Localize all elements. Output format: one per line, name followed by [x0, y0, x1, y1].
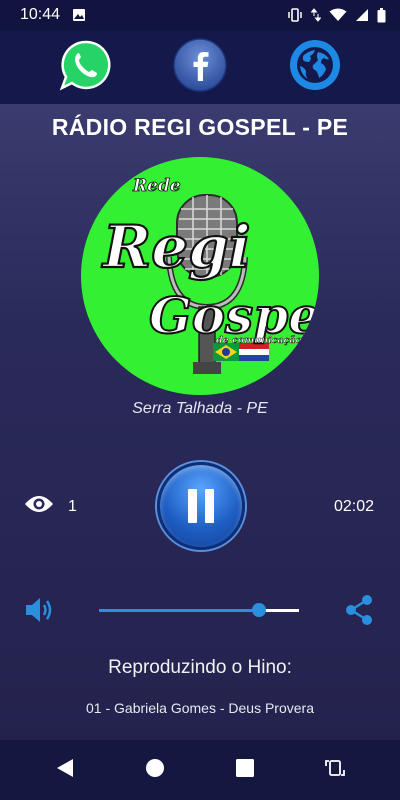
svg-text:Regi: Regi	[101, 213, 251, 281]
status-time: 10:44	[20, 6, 61, 23]
track-title: 01 - Gabriela Gomes - Deus Provera	[86, 700, 314, 716]
data-arrows-icon	[311, 8, 321, 22]
globe-icon	[288, 38, 342, 97]
image-notification-icon	[72, 8, 86, 22]
back-icon	[55, 757, 75, 784]
battery-icon	[377, 7, 386, 23]
station-location: Serra Talhada - PE	[132, 400, 268, 417]
svg-text:de comunicação: de comunicação	[216, 335, 302, 346]
elapsed-time: 02:02	[333, 498, 374, 515]
volume-slider-thumb[interactable]	[252, 603, 266, 617]
svg-text:Rede: Rede	[132, 176, 181, 196]
home-button[interactable]	[135, 750, 175, 790]
eye-icon	[24, 494, 54, 519]
website-button[interactable]	[287, 39, 343, 95]
back-button[interactable]	[45, 750, 85, 790]
rotate-button[interactable]	[315, 750, 355, 790]
station-title: RÁDIO REGI GOSPEL - PE	[51, 114, 349, 140]
social-bar	[0, 30, 400, 104]
volume-slider[interactable]	[99, 603, 299, 617]
now-playing-label: Reproduzindo o Hino:	[108, 657, 292, 678]
listeners-value: 1	[68, 497, 77, 515]
recents-icon	[235, 758, 255, 783]
player-screen: RÁDIO REGI GOSPEL - PE Rede Regi Gospe d…	[0, 104, 400, 740]
listeners-count: 1	[24, 494, 77, 519]
wifi-icon	[329, 8, 347, 22]
system-nav-bar	[0, 740, 400, 800]
pause-button[interactable]	[157, 462, 245, 550]
status-bar: 10:44	[0, 0, 400, 30]
facebook-icon	[172, 37, 228, 98]
recents-button[interactable]	[225, 750, 265, 790]
signal-icon	[355, 8, 369, 22]
rotate-icon	[325, 757, 345, 784]
share-icon[interactable]	[344, 594, 374, 631]
volume-slider-fill	[99, 609, 259, 612]
home-icon	[145, 758, 165, 783]
vibrate-icon	[287, 8, 303, 22]
whatsapp-button[interactable]	[57, 39, 113, 95]
whatsapp-icon	[58, 38, 112, 97]
station-logo: Rede Regi Gospel de comunicação	[81, 157, 319, 395]
facebook-button[interactable]	[172, 37, 228, 98]
volume-icon[interactable]	[24, 596, 56, 629]
pause-icon	[188, 489, 214, 523]
